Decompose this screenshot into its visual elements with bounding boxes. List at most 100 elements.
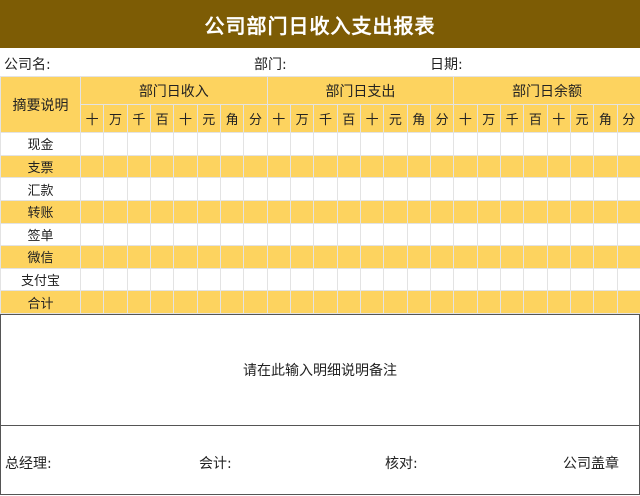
amount-cell[interactable] bbox=[429, 199, 455, 224]
amount-cell[interactable] bbox=[149, 132, 175, 156]
amount-cell[interactable] bbox=[359, 199, 385, 224]
amount-cell[interactable] bbox=[429, 222, 455, 247]
amount-cell[interactable] bbox=[103, 267, 128, 292]
amount-cell[interactable] bbox=[523, 154, 548, 179]
amount-cell[interactable] bbox=[219, 222, 245, 247]
amount-cell[interactable] bbox=[219, 199, 245, 224]
amount-cell[interactable] bbox=[359, 245, 385, 269]
amount-cell[interactable] bbox=[126, 154, 151, 179]
amount-cell[interactable] bbox=[546, 245, 571, 269]
amount-cell[interactable] bbox=[313, 132, 338, 156]
amount-cell[interactable] bbox=[453, 132, 478, 156]
amount-cell[interactable] bbox=[173, 132, 198, 156]
amount-cell[interactable] bbox=[429, 132, 455, 156]
amount-cell[interactable] bbox=[359, 222, 385, 247]
amount-cell[interactable] bbox=[406, 199, 431, 224]
amount-cell[interactable] bbox=[453, 177, 478, 201]
amount-cell[interactable] bbox=[336, 154, 361, 179]
amount-cell[interactable] bbox=[453, 267, 478, 292]
amount-cell[interactable] bbox=[499, 267, 525, 292]
amount-cell[interactable] bbox=[406, 267, 431, 292]
amount-cell[interactable] bbox=[243, 154, 268, 179]
amount-cell[interactable] bbox=[266, 199, 291, 224]
amount-cell[interactable] bbox=[569, 290, 595, 314]
amount-cell[interactable] bbox=[523, 177, 548, 201]
amount-cell[interactable] bbox=[616, 290, 640, 314]
amount-cell[interactable] bbox=[616, 154, 640, 179]
amount-cell[interactable] bbox=[243, 177, 268, 201]
amount-cell[interactable] bbox=[546, 267, 571, 292]
amount-cell[interactable] bbox=[453, 290, 478, 314]
amount-cell[interactable] bbox=[103, 132, 128, 156]
amount-cell[interactable] bbox=[359, 177, 385, 201]
amount-cell[interactable] bbox=[593, 132, 618, 156]
amount-cell[interactable] bbox=[243, 222, 268, 247]
amount-cell[interactable] bbox=[313, 290, 338, 314]
amount-cell[interactable] bbox=[196, 267, 221, 292]
amount-cell[interactable] bbox=[406, 177, 431, 201]
amount-cell[interactable] bbox=[593, 267, 618, 292]
amount-cell[interactable] bbox=[569, 132, 595, 156]
amount-cell[interactable] bbox=[523, 267, 548, 292]
amount-cell[interactable] bbox=[149, 245, 175, 269]
amount-cell[interactable] bbox=[313, 154, 338, 179]
amount-cell[interactable] bbox=[313, 199, 338, 224]
amount-cell[interactable] bbox=[523, 245, 548, 269]
amount-cell[interactable] bbox=[593, 290, 618, 314]
amount-cell[interactable] bbox=[406, 290, 431, 314]
amount-cell[interactable] bbox=[593, 177, 618, 201]
amount-cell[interactable] bbox=[149, 154, 175, 179]
amount-cell[interactable] bbox=[266, 177, 291, 201]
amount-cell[interactable] bbox=[126, 177, 151, 201]
amount-cell[interactable] bbox=[616, 222, 640, 247]
amount-cell[interactable] bbox=[79, 290, 105, 314]
amount-cell[interactable] bbox=[546, 199, 571, 224]
amount-cell[interactable] bbox=[243, 290, 268, 314]
amount-cell[interactable] bbox=[219, 245, 245, 269]
amount-cell[interactable] bbox=[313, 245, 338, 269]
amount-cell[interactable] bbox=[383, 267, 408, 292]
amount-cell[interactable] bbox=[173, 222, 198, 247]
amount-cell[interactable] bbox=[219, 177, 245, 201]
amount-cell[interactable] bbox=[616, 199, 640, 224]
amount-cell[interactable] bbox=[266, 290, 291, 314]
amount-cell[interactable] bbox=[173, 177, 198, 201]
amount-cell[interactable] bbox=[219, 267, 245, 292]
amount-cell[interactable] bbox=[196, 132, 221, 156]
amount-cell[interactable] bbox=[429, 267, 455, 292]
amount-cell[interactable] bbox=[359, 132, 385, 156]
amount-cell[interactable] bbox=[149, 177, 175, 201]
amount-cell[interactable] bbox=[79, 199, 105, 224]
amount-cell[interactable] bbox=[476, 290, 501, 314]
amount-cell[interactable] bbox=[173, 199, 198, 224]
amount-cell[interactable] bbox=[313, 177, 338, 201]
amount-cell[interactable] bbox=[173, 154, 198, 179]
amount-cell[interactable] bbox=[429, 177, 455, 201]
amount-cell[interactable] bbox=[429, 154, 455, 179]
amount-cell[interactable] bbox=[103, 154, 128, 179]
amount-cell[interactable] bbox=[569, 245, 595, 269]
amount-cell[interactable] bbox=[126, 245, 151, 269]
amount-cell[interactable] bbox=[196, 245, 221, 269]
amount-cell[interactable] bbox=[616, 132, 640, 156]
amount-cell[interactable] bbox=[126, 222, 151, 247]
amount-cell[interactable] bbox=[383, 199, 408, 224]
amount-cell[interactable] bbox=[149, 222, 175, 247]
amount-cell[interactable] bbox=[103, 290, 128, 314]
amount-cell[interactable] bbox=[219, 290, 245, 314]
amount-cell[interactable] bbox=[383, 245, 408, 269]
amount-cell[interactable] bbox=[499, 290, 525, 314]
amount-cell[interactable] bbox=[406, 154, 431, 179]
amount-cell[interactable] bbox=[79, 222, 105, 247]
amount-cell[interactable] bbox=[149, 199, 175, 224]
amount-cell[interactable] bbox=[476, 154, 501, 179]
amount-cell[interactable] bbox=[196, 154, 221, 179]
amount-cell[interactable] bbox=[103, 245, 128, 269]
amount-cell[interactable] bbox=[126, 199, 151, 224]
amount-cell[interactable] bbox=[453, 199, 478, 224]
amount-cell[interactable] bbox=[103, 199, 128, 224]
amount-cell[interactable] bbox=[476, 245, 501, 269]
amount-cell[interactable] bbox=[336, 132, 361, 156]
amount-cell[interactable] bbox=[359, 290, 385, 314]
amount-cell[interactable] bbox=[219, 132, 245, 156]
